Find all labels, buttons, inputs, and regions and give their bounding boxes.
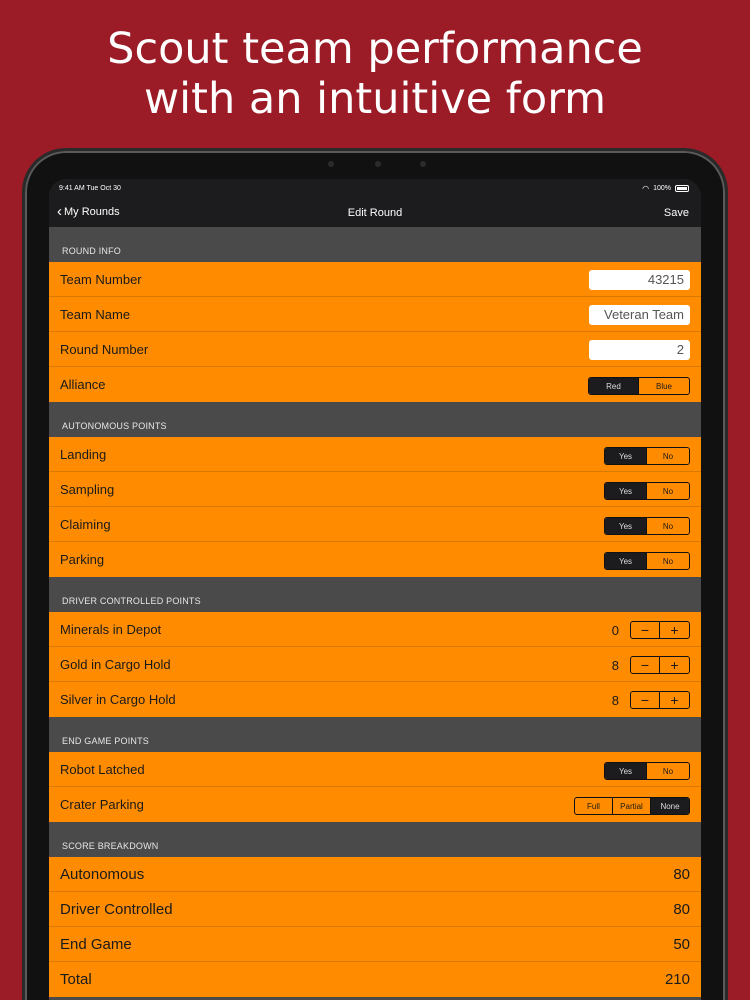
section-header-driver: DRIVER CONTROLLED POINTS [49,577,701,612]
parking-toggle: Yes No [604,552,690,570]
driver-section: Minerals in Depot 0 − + Gold in Cargo Ho… [49,612,701,717]
page-title: Edit Round [347,207,403,219]
camera-icon [375,161,381,167]
score-section: Autonomous 80 Driver Controlled 80 End G… [49,857,701,997]
sampling-yes-option[interactable]: Yes [605,483,647,499]
crater-parking-row: Crater Parking Full Partial None [49,787,701,822]
sensor-icon [328,161,334,167]
gold-stepper: 8 − + [609,656,690,674]
silver-decrement-button[interactable]: − [631,692,660,708]
headline: Scout team performance with an intuitive… [0,24,750,124]
score-total-row: Total 210 [49,962,701,997]
round-info-section: Team Number 43215 Team Name Veteran Team… [49,262,701,402]
round-number-row: Round Number 2 [49,332,701,367]
crater-parking-segmented-control: Full Partial None [574,797,690,815]
landing-no-option[interactable]: No [647,448,689,464]
team-name-row: Team Name Veteran Team [49,297,701,332]
minerals-stepper: 0 − + [609,621,690,639]
section-header-autonomous: AUTONOMOUS POINTS [49,402,701,437]
gold-increment-button[interactable]: + [660,657,689,673]
silver-row: Silver in Cargo Hold 8 − + [49,682,701,717]
score-total-value: 210 [664,971,690,988]
crater-partial-option[interactable]: Partial [613,798,651,814]
alliance-row: Alliance Red Blue [49,367,701,402]
score-autonomous-label: Autonomous [60,865,145,883]
minerals-row: Minerals in Depot 0 − + [49,612,701,647]
landing-row: Landing Yes No [49,437,701,472]
parking-row: Parking Yes No [49,542,701,577]
sensor-icon [420,161,426,167]
gold-label: Gold in Cargo Hold [60,656,171,672]
score-autonomous-value: 80 [673,866,690,883]
alliance-red-option[interactable]: Red [589,378,639,394]
landing-toggle: Yes No [604,447,690,465]
crater-none-option[interactable]: None [651,798,689,814]
robot-latched-no-option[interactable]: No [647,763,689,779]
headline-line-2: with an intuitive form [143,74,607,124]
minerals-increment-button[interactable]: + [660,622,689,638]
gold-decrement-button[interactable]: − [631,657,660,673]
app-screen: 9:41 AM Tue Oct 30 ◠ 100% ‹ My Rounds Ed… [49,179,701,1000]
score-endgame-row: End Game 50 [49,927,701,962]
team-number-row: Team Number 43215 [49,262,701,297]
robot-latched-yes-option[interactable]: Yes [605,763,647,779]
score-total-label: Total [60,971,92,988]
alliance-blue-option[interactable]: Blue [639,378,689,394]
claiming-yes-option[interactable]: Yes [605,518,647,534]
landing-yes-option[interactable]: Yes [605,448,647,464]
silver-value: 8 [611,692,619,708]
minerals-decrement-button[interactable]: − [631,622,660,638]
parking-yes-option[interactable]: Yes [605,553,647,569]
headline-line-1: Scout team performance [107,24,643,74]
silver-label: Silver in Cargo Hold [60,692,176,707]
team-number-input[interactable]: 43215 [589,270,690,290]
score-driver-value: 80 [673,901,690,918]
gold-row: Gold in Cargo Hold 8 − + [49,647,701,682]
section-header-endgame: END GAME POINTS [49,717,701,752]
navigation-bar: ‹ My Rounds Edit Round Save [49,199,701,227]
silver-stepper: 8 − + [609,691,690,709]
score-autonomous-row: Autonomous 80 [49,857,701,892]
silver-increment-button[interactable]: + [660,692,689,708]
endgame-section: Robot Latched Yes No Crater Parking Full… [49,752,701,822]
gold-value: 8 [611,657,619,673]
sampling-toggle: Yes No [604,482,690,500]
alliance-segmented-control: Red Blue [588,377,690,395]
minerals-value: 0 [611,622,619,638]
battery-percent: 100% [653,185,671,192]
crater-full-option[interactable]: Full [575,798,613,814]
sampling-row: Sampling Yes No [49,472,701,507]
claiming-toggle: Yes No [604,517,690,535]
score-driver-row: Driver Controlled 80 [49,892,701,927]
section-header-round-info: ROUND INFO [49,227,701,262]
round-number-input[interactable]: 2 [589,340,690,360]
autonomous-section: Landing Yes No Sampling Yes No Claiming … [49,437,701,577]
robot-latched-toggle: Yes No [604,762,690,780]
minerals-label: Minerals in Depot [60,621,162,637]
team-name-input[interactable]: Veteran Team [589,305,690,325]
section-header-score: SCORE BREAKDOWN [49,822,701,857]
claiming-no-option[interactable]: No [647,518,689,534]
claiming-row: Claiming Yes No [49,507,701,542]
parking-no-option[interactable]: No [647,553,689,569]
sampling-no-option[interactable]: No [647,483,689,499]
battery-icon [675,185,689,192]
robot-latched-row: Robot Latched Yes No [49,752,701,787]
score-driver-label: Driver Controlled [60,900,173,918]
save-button[interactable]: Save [664,207,689,219]
score-endgame-value: 50 [673,936,690,953]
status-bar: 9:41 AM Tue Oct 30 ◠ 100% [49,179,701,199]
status-time: 9:41 AM Tue Oct 30 [59,185,121,192]
score-endgame-label: End Game [60,935,132,953]
wifi-icon: ◠ [642,184,650,193]
